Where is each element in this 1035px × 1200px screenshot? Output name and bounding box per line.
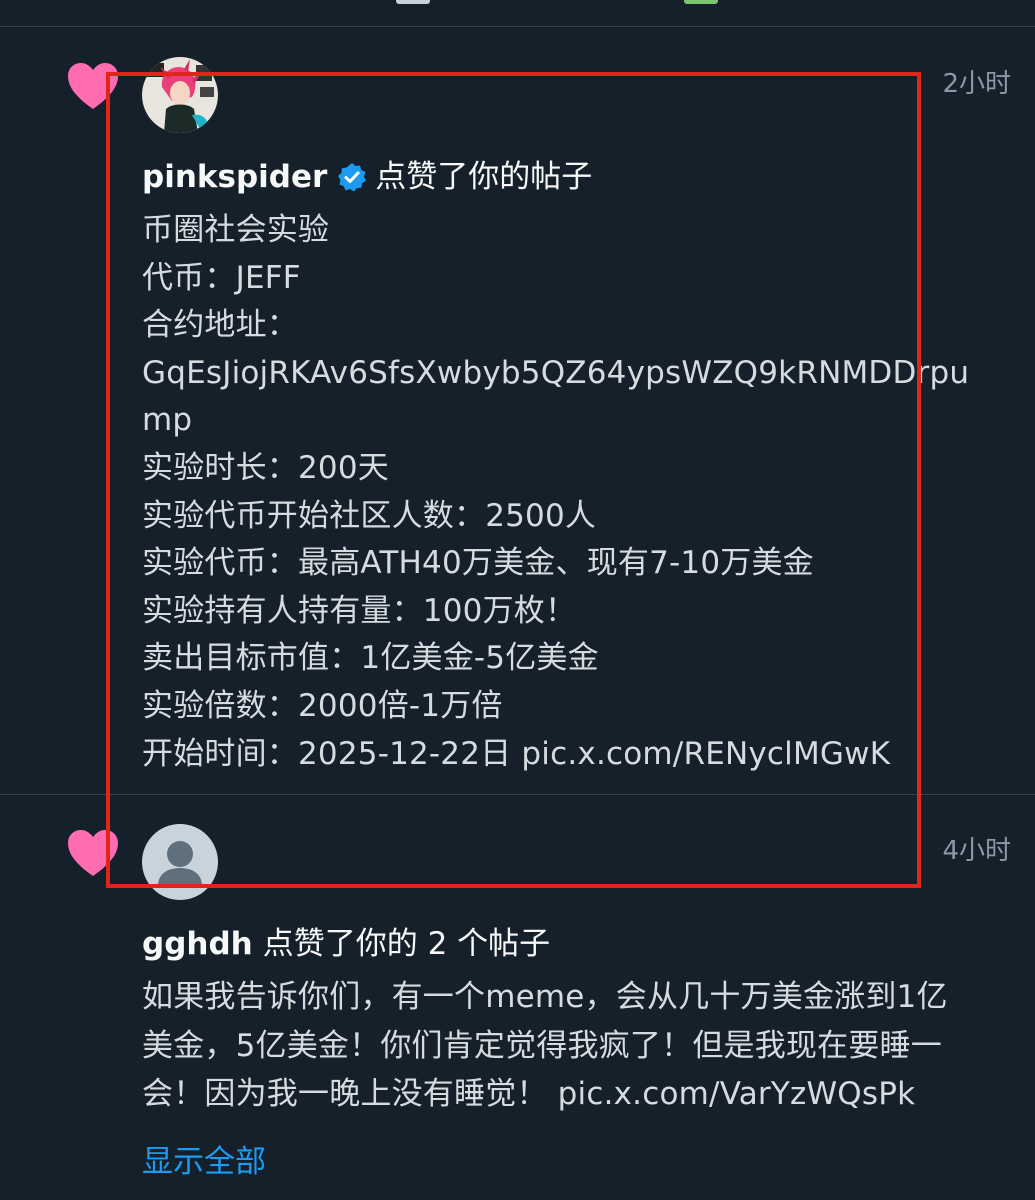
avatar[interactable] [142, 824, 218, 900]
avatar[interactable] [142, 57, 218, 133]
tab-indicator [396, 0, 430, 4]
default-avatar-icon [142, 824, 218, 900]
username-link[interactable]: pinkspider [142, 157, 327, 197]
heart-icon [68, 63, 118, 109]
post-line: GqEsJiojRKAv6SfsXwbyb5QZ64ypsWZQ9kRNMDDr… [142, 354, 970, 439]
user-avatar-image [142, 57, 218, 133]
notification-item[interactable]: 4小时 gghdh 点赞了你的 2 个帖子 如果我告诉你们，有一个meme，会从… [0, 796, 1035, 1200]
timestamp: 2小时 [942, 69, 1011, 99]
post-line: 实验持有人持有量：100万枚！ [142, 592, 577, 629]
show-all-link[interactable]: 显示全部 [142, 1136, 266, 1181]
verified-badge-icon [338, 163, 367, 192]
post-line: 美金，5亿美金！你们肯定觉得我疯了！但是我现在要睡一 [142, 1027, 942, 1064]
notification-headline: gghdh 点赞了你的 2 个帖子 [142, 924, 550, 964]
post-line: 代币：JEFF [142, 259, 301, 296]
post-line: 卖出目标市值：1亿美金-5亿美金 [142, 640, 599, 677]
notification-item[interactable]: 2小时 pinkspider 点赞了你的帖子 币圈社会实验 代币：JEFF 合约… [0, 27, 1035, 795]
heart-icon [68, 830, 118, 876]
notification-action: 点赞了你的 2 个帖子 [262, 926, 551, 962]
post-line: 实验代币：最高ATH40万美金、现有7-10万美金 [142, 545, 814, 582]
timestamp: 4小时 [942, 836, 1011, 866]
post-line: 实验代币开始社区人数：2500人 [142, 497, 597, 534]
post-line: 合约地址： [142, 307, 298, 344]
tab-indicator [684, 0, 718, 4]
post-line: 会！因为我一晚上没有睡觉！ pic.x.com/VarYzWQsPk [142, 1076, 916, 1112]
post-line: 币圈社会实验 [142, 212, 330, 248]
notification-headline: pinkspider 点赞了你的帖子 [142, 157, 592, 197]
post-preview-text[interactable]: 如果我告诉你们，有一个meme，会从几十万美金涨到1亿 美金，5亿美金！你们肯定… [142, 973, 1012, 1119]
notification-action: 点赞了你的帖子 [375, 159, 593, 195]
post-line: 实验倍数：2000倍-1万倍 [142, 687, 503, 724]
top-divider-bar [0, 0, 1035, 27]
username-link[interactable]: gghdh [142, 924, 253, 964]
post-preview-text[interactable]: 币圈社会实验 代币：JEFF 合约地址： GqEsJiojRKAv6SfsXwb… [142, 207, 1012, 778]
post-line: 实验时长：200天 [142, 449, 389, 486]
post-line: 开始时间：2025-12-22日 pic.x.com/RENyclMGwK [142, 735, 891, 772]
post-line: 如果我告诉你们，有一个meme，会从几十万美金涨到1亿 [142, 979, 948, 1015]
